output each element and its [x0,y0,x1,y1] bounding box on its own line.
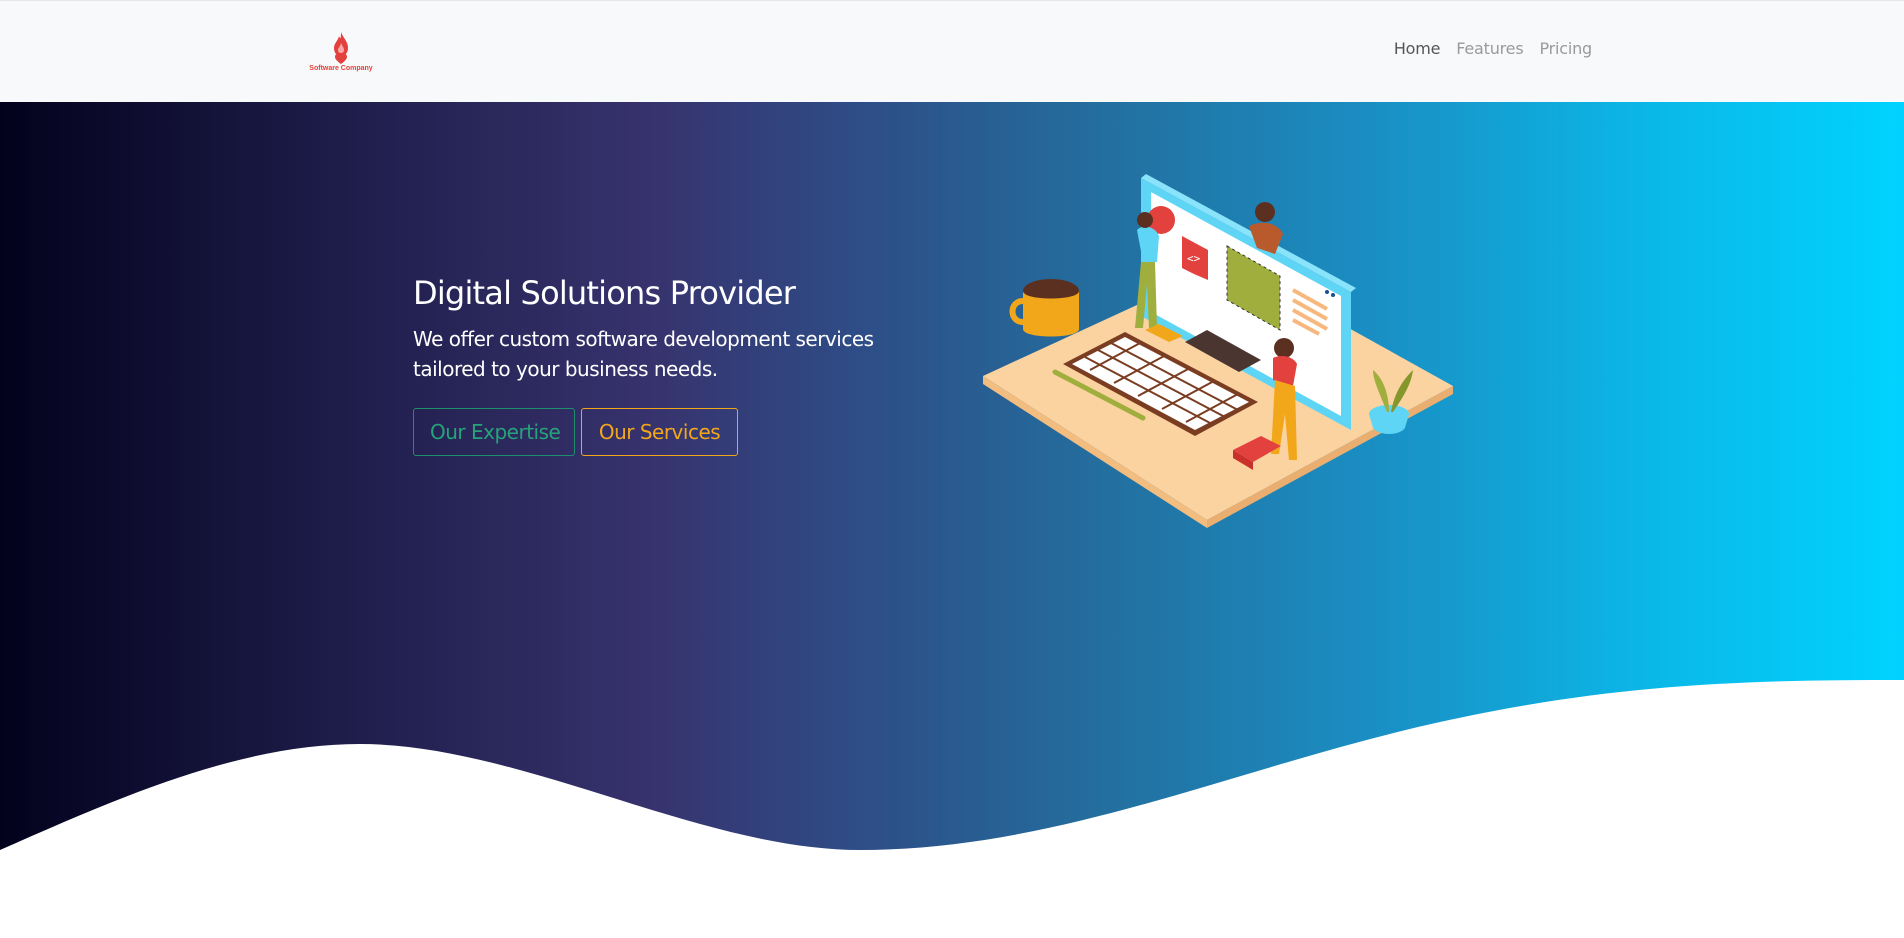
nav-link-pricing[interactable]: Pricing [1539,39,1592,58]
person-left-icon [1137,226,1159,262]
navbar: Software Company Home Features Pricing [0,0,1904,102]
person-bottom-icon [1274,338,1294,358]
our-services-button[interactable]: Our Services [581,408,738,456]
brand-name: Software Company [309,65,373,72]
hero-section: Digital Solutions Provider We offer cust… [0,102,1904,938]
workspace-illustration: <> [983,174,1453,528]
nav-link-home[interactable]: Home [1394,39,1441,58]
our-expertise-button[interactable]: Our Expertise [413,408,575,456]
main-nav: Home Features Pricing [1394,39,1592,58]
svg-text:<>: <> [1187,252,1201,265]
flame-heart-icon [334,32,348,64]
brand-logo[interactable]: Software Company [305,29,377,77]
hero-title: Digital Solutions Provider [413,274,796,312]
nav-link-features[interactable]: Features [1456,39,1523,58]
hero-wave-divider [0,680,1904,938]
hero-subtitle: We offer custom software development ser… [413,327,874,381]
person-right-icon [1255,202,1275,222]
